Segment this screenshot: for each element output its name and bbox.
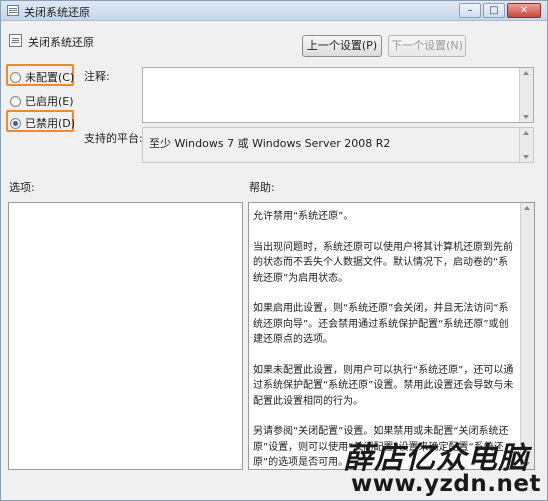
radio-circle[interactable]: [10, 95, 21, 107]
help-label: 帮助:: [249, 181, 275, 194]
close-button[interactable]: ✕: [507, 3, 541, 18]
platform-scrollbar[interactable]: [519, 128, 533, 162]
help-paragraph: 如果启用此设置，则“系统还原”会关闭，并且无法访问“系统还原向导”。还会禁用通过…: [253, 303, 509, 345]
help-paragraph: 当出现问题时，系统还原可以使用户将其计算机还原到先前的状态而不丢失个人数据文件。…: [253, 241, 513, 284]
minimize-button[interactable]: –: [459, 3, 481, 18]
help-pane: 允许禁用“系统还原”。 当出现问题时，系统还原可以使用户将其计算机还原到先前的状…: [248, 202, 535, 470]
window-title: 关闭系统还原: [24, 6, 90, 19]
radio-enabled[interactable]: 已启用(E): [10, 93, 74, 109]
radio-circle[interactable]: [10, 71, 21, 83]
title-bar: 关闭系统还原 – □ ✕: [1, 1, 547, 21]
comment-textarea[interactable]: [142, 67, 534, 123]
help-scrollbar[interactable]: [520, 203, 534, 469]
window-controls: – □ ✕: [459, 3, 541, 18]
comment-scrollbar[interactable]: [519, 68, 533, 122]
policy-window: 关闭系统还原 – □ ✕ 关闭系统还原 上一个设置(P) 下一个设置(N) 未配…: [0, 0, 548, 501]
previous-setting-button[interactable]: 上一个设置(P): [302, 35, 382, 57]
platform-value: 至少 Windows 7 或 Windows Server 2008 R2: [149, 137, 391, 150]
setting-icon: [9, 34, 22, 47]
platform-field: 至少 Windows 7 或 Windows Server 2008 R2: [142, 127, 534, 163]
radio-circle[interactable]: [10, 117, 21, 129]
radio-not-configured[interactable]: 未配置(C): [10, 69, 74, 85]
options-label: 选项:: [9, 181, 35, 194]
policy-icon: [7, 5, 19, 16]
radio-label: 未配置(C): [25, 71, 75, 84]
radio-label: 已启用(E): [25, 95, 74, 108]
radio-label: 已禁用(D): [25, 117, 76, 130]
maximize-button[interactable]: □: [483, 3, 505, 18]
next-setting-button[interactable]: 下一个设置(N): [388, 35, 466, 57]
watermark: 薛店亿众电脑 www.yzdn.net: [343, 433, 540, 497]
setting-title: 关闭系统还原: [28, 36, 94, 49]
platform-label: 支持的平台:: [84, 132, 143, 145]
options-pane: [8, 202, 243, 470]
help-paragraph: 如果未配置此设置，则用户可以执行“系统还原”，还可以通过系统保护配置“系统还原”…: [253, 364, 514, 407]
watermark-url: www.yzdn.net: [351, 471, 541, 497]
help-paragraph: 允许禁用“系统还原”。: [253, 211, 354, 222]
comment-label: 注释:: [84, 70, 110, 83]
radio-disabled[interactable]: 已禁用(D): [10, 115, 75, 131]
